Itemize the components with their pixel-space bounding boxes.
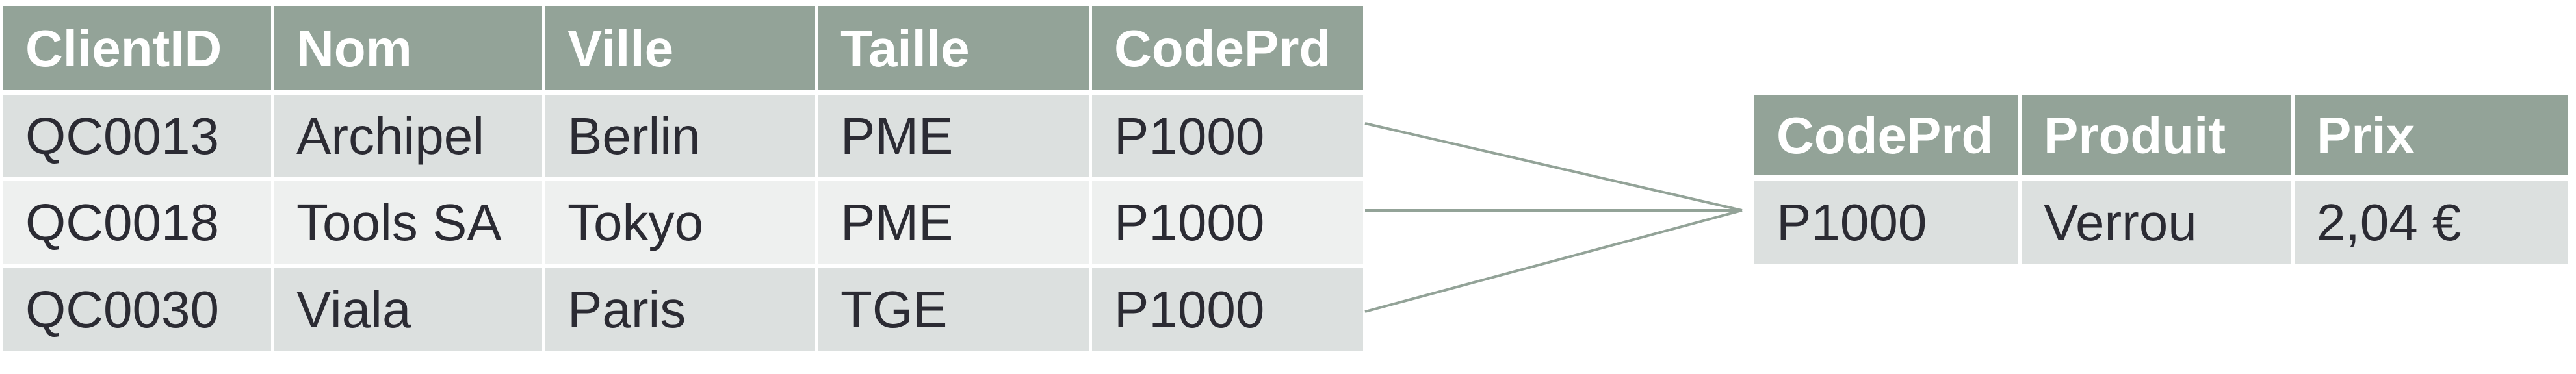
- connector-line-row-1: [1364, 122, 1743, 212]
- connector-line-row-3: [1364, 209, 1743, 313]
- relation-connectors: [1364, 122, 1743, 313]
